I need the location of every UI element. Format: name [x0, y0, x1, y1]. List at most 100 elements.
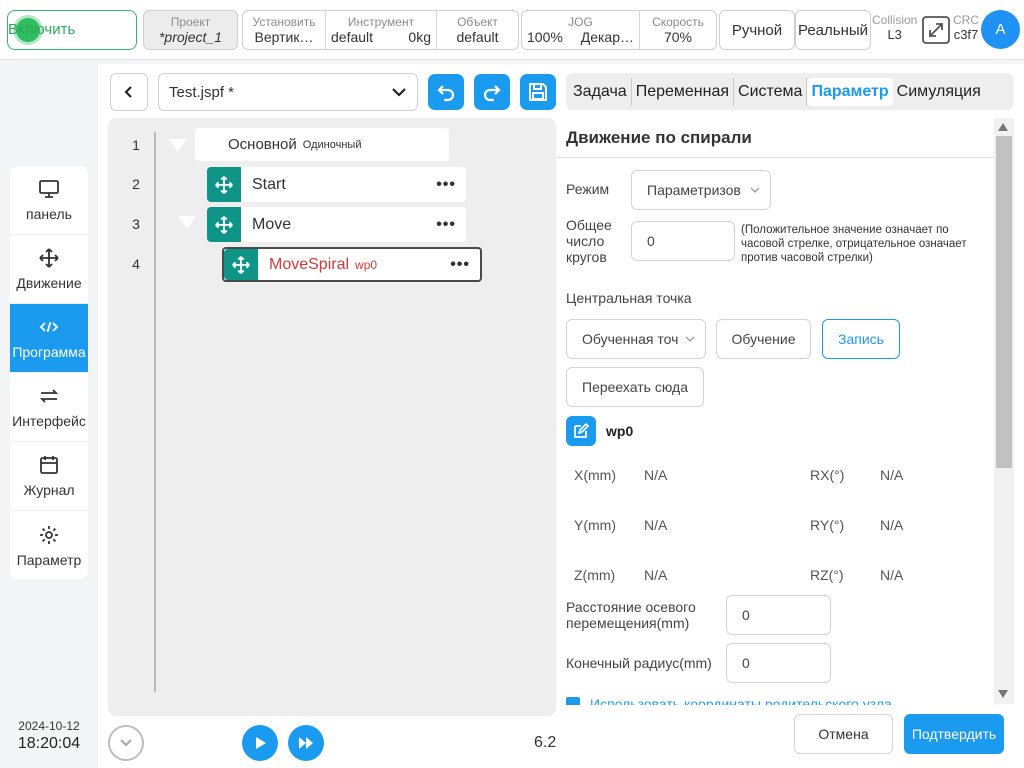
scroll-down-icon[interactable]: [997, 689, 1009, 699]
panel-title: Движение по спирали: [566, 128, 752, 147]
move-icon: [224, 249, 258, 280]
object-cell[interactable]: Объект default: [437, 11, 518, 49]
collision-value: L3: [887, 27, 902, 42]
node-movespiral-waypoint: wp0: [355, 257, 378, 272]
datetime: 2024-10-12 18:20:04: [10, 719, 88, 753]
tab-simulation[interactable]: Симуляция: [893, 78, 985, 106]
sidebar-item-interface[interactable]: Интерфейс: [10, 373, 88, 442]
redo-icon: [483, 85, 501, 102]
speed-value: 70%: [663, 28, 693, 45]
ry-label: RY(°): [810, 517, 845, 533]
more-icon[interactable]: •••: [436, 216, 456, 234]
file-select[interactable]: Test.jspf *: [158, 73, 418, 111]
crc-value: c3f7: [953, 27, 979, 42]
teach-button[interactable]: Обучение: [716, 319, 811, 359]
sidebar-item-label: панель: [26, 206, 72, 222]
center-point-select[interactable]: Обученная точ: [566, 319, 706, 359]
step-forward-button[interactable]: [288, 725, 324, 761]
sidebar-item-motion[interactable]: Движение: [10, 235, 88, 304]
save-button[interactable]: [520, 74, 556, 110]
install-cell[interactable]: Установить Вертик…: [243, 11, 326, 49]
ry-value: N/A: [880, 517, 904, 533]
x-value: N/A: [644, 467, 668, 483]
rx-label: RX(°): [810, 467, 845, 483]
enable-label: Включить: [8, 21, 76, 38]
node-movespiral[interactable]: MoveSpiral wp0 •••: [222, 247, 482, 282]
expand-icon[interactable]: [922, 16, 950, 44]
mode-value: Параметризов: [647, 182, 741, 198]
scrollbar-thumb[interactable]: [996, 136, 1012, 468]
sidebar-item-parameter[interactable]: Параметр: [10, 511, 88, 579]
node-movespiral-label: MoveSpiral: [269, 255, 350, 273]
sidebar-item-journal[interactable]: Журнал: [10, 442, 88, 511]
install-value: Вертик…: [254, 28, 314, 45]
sidebar-item-label: Журнал: [23, 482, 75, 498]
manual-mode-button[interactable]: Ручной: [719, 10, 795, 50]
jog-cell[interactable]: JOG 100% Декар…: [522, 11, 640, 49]
circles-input[interactable]: 0: [631, 221, 735, 261]
node-start[interactable]: Start •••: [207, 167, 466, 202]
rx-value: N/A: [880, 467, 904, 483]
object-caption: Объект: [457, 14, 498, 29]
time-text: 18:20:04: [17, 735, 81, 752]
tab-task[interactable]: Задача: [569, 77, 632, 106]
speed-cell[interactable]: Скорость 70%: [640, 11, 716, 49]
tool-cell[interactable]: Инструмент default 0kg: [326, 11, 437, 49]
sidebar-item-program[interactable]: Программа: [10, 304, 88, 373]
user-avatar[interactable]: A: [981, 10, 1020, 49]
file-name: Test.jspf *: [169, 83, 235, 101]
swap-icon: [39, 389, 59, 403]
sidebar-item-label: Интерфейс: [12, 413, 86, 429]
enable-button[interactable]: Включить: [7, 10, 137, 50]
tool-value: default: [331, 28, 374, 45]
more-icon[interactable]: •••: [450, 256, 470, 274]
mode-label: Режим: [566, 181, 610, 197]
undo-button[interactable]: [428, 74, 464, 110]
mode-select[interactable]: Параметризов: [631, 170, 771, 210]
monitor-icon: [39, 180, 59, 198]
z-label: Z(mm): [574, 567, 616, 583]
scroll-down-button[interactable]: [108, 725, 144, 761]
crc-caption: CRC: [953, 13, 979, 27]
use-parent-coords-label: Использовать координаты родительского уз…: [590, 697, 892, 705]
tab-system[interactable]: Система: [734, 77, 808, 106]
back-button[interactable]: [110, 73, 148, 111]
cancel-button[interactable]: Отмена: [794, 714, 893, 754]
scroll-up-icon[interactable]: [997, 122, 1009, 132]
circles-note: (Положительное значение означает по часо…: [741, 224, 967, 264]
z-value: N/A: [644, 567, 668, 583]
chevron-down-icon: [750, 187, 760, 193]
real-mode-button[interactable]: Реальный: [795, 10, 871, 50]
node-main-sub: Одиночный: [302, 138, 362, 151]
redo-button[interactable]: [474, 74, 510, 110]
jog-speed-box: JOG 100% Декар… Скорость 70%: [521, 10, 717, 50]
node-move[interactable]: Move •••: [207, 207, 466, 242]
checkbox-checked-icon[interactable]: [566, 697, 580, 705]
sidebar-item-panel[interactable]: панель: [10, 166, 88, 235]
move-here-button[interactable]: Переехать сюда: [566, 367, 704, 407]
confirm-button[interactable]: Подтвердить: [904, 714, 1004, 754]
axial-input[interactable]: 0: [726, 595, 831, 635]
tab-variable[interactable]: Переменная: [632, 77, 735, 106]
project-box[interactable]: Проект *project_1: [143, 10, 238, 50]
record-button[interactable]: Запись: [822, 319, 900, 359]
node-move-label: Move: [252, 215, 292, 233]
chevron-down-icon: [392, 88, 406, 97]
node-main[interactable]: Основной Одиночный: [195, 128, 449, 161]
tab-parameter[interactable]: Параметр: [807, 77, 893, 106]
edit-waypoint-button[interactable]: [566, 416, 596, 446]
waypoint-name: wp0: [606, 423, 634, 439]
jog-percent: 100%: [527, 28, 563, 45]
sidebar: панель Движение Программа Интерфейс Журн…: [10, 166, 88, 579]
speed-caption: Скорость: [652, 14, 704, 29]
axial-label: Расстояние осевого перемещения(mm): [566, 599, 696, 631]
collapse-triangle-icon[interactable]: [169, 139, 187, 152]
play-button[interactable]: [242, 725, 278, 761]
version-text: 6.2: [534, 734, 557, 751]
gear-icon: [40, 525, 58, 544]
radius-input[interactable]: 0: [726, 643, 831, 683]
top-bar: Включить Проект *project_1 Установить Ве…: [0, 0, 1024, 60]
use-parent-coords-row[interactable]: Использовать координаты родительского уз…: [566, 697, 896, 705]
collapse-triangle-icon[interactable]: [178, 216, 196, 229]
more-icon[interactable]: •••: [436, 176, 456, 194]
